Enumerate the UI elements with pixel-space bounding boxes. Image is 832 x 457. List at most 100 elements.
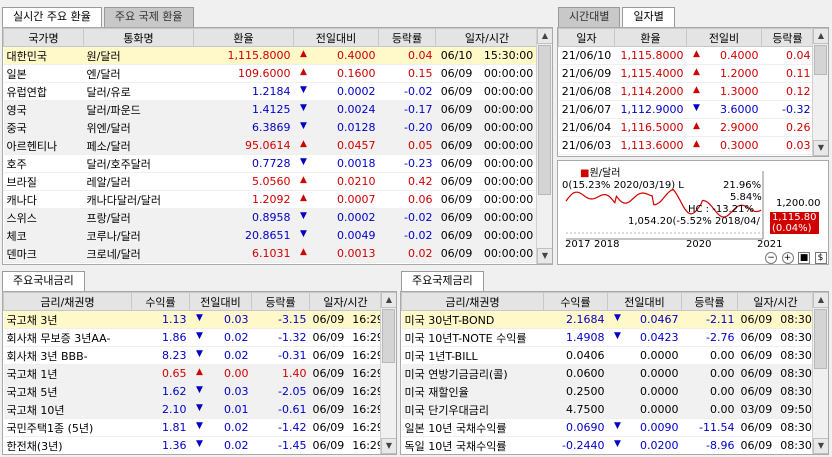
table-row[interactable]: 21/06/07 1,112.9000 ▼ 3.6000 -0.32 [558, 100, 814, 119]
table-row[interactable]: 회사채 3년 BBB- 8.23 ▼ 0.02 -0.31 06/09 16:29 [3, 346, 382, 365]
bond-name-cell: 회사채 3년 BBB- [3, 346, 132, 365]
col-country[interactable]: 국가명 [3, 28, 84, 47]
table-row[interactable]: 국고채 1년 0.65 ▲ 0.00 1.40 06/09 16:29 [3, 364, 382, 383]
col-hist-change[interactable]: 전일비 [686, 28, 762, 47]
table-row[interactable]: 유럽연합 달러/유로 1.2184 ▼ 0.0002 -0.02 06/09 00:00:0… [3, 82, 539, 101]
datetime-cell: 06/09 16:29 [309, 328, 382, 347]
col-change[interactable]: 전일대비 [293, 28, 379, 47]
table-row[interactable]: 21/06/04 1,116.5000 ▲ 2.9000 0.26 [558, 118, 814, 137]
table-row[interactable]: 국고채 3년 1.13 ▼ 0.03 -3.15 06/09 16:29 [3, 310, 382, 329]
table-row[interactable]: 일본 10년 국채수익률 0.0690 ▼ 0.0090 -11.54 06/09 08:3… [401, 418, 814, 437]
rate-cell: 1.4125 [193, 100, 294, 119]
col-pct[interactable]: 등락률 [681, 292, 738, 311]
scroll-up-icon[interactable]: ▲ [537, 28, 552, 44]
intl-scrollbar[interactable]: ▲ ▼ [812, 292, 828, 454]
col-hist-rate[interactable]: 환율 [614, 28, 687, 47]
col-yield[interactable]: 수익률 [131, 292, 190, 311]
scroll-down-icon[interactable]: ▼ [813, 140, 828, 156]
col-pct[interactable]: 등락률 [251, 292, 310, 311]
scroll-thumb[interactable] [538, 45, 551, 195]
country-cell: 일본 [3, 64, 84, 83]
bond-name-cell: 일본 10년 국채수익률 [401, 418, 544, 437]
scroll-thumb[interactable] [382, 309, 395, 363]
table-row[interactable]: 체코 코루나/달러 20.8651 ▼ 0.0049 -0.02 06/09 00:00:0… [3, 226, 539, 245]
tab-domestic-rates[interactable]: 주요국내금리 [2, 271, 85, 291]
col-datetime[interactable]: 일자/시간 [435, 28, 539, 47]
col-bond-name[interactable]: 금리/채권명 [401, 292, 544, 311]
table-row[interactable]: 미국 연방기금금리(콜) 0.0600 0.0000 0.00 06/09 08:30 [401, 364, 814, 383]
col-change[interactable]: 전일대비 [607, 292, 682, 311]
table-row[interactable]: 독일 10년 국채수익률 -0.2440 ▼ 0.0200 -8.96 06/09 08:3… [401, 436, 814, 454]
change-cell: ▼ 0.0002 [293, 208, 379, 227]
tab-by-time[interactable]: 시간대별 [558, 7, 621, 27]
table-row[interactable]: 영국 달러/파운드 1.4125 ▼ 0.0024 -0.17 06/09 00:00:00 [3, 100, 539, 119]
scroll-up-icon[interactable]: ▲ [813, 28, 828, 44]
tab-realtime-fx[interactable]: 실시간 주요 환율 [2, 7, 102, 27]
scroll-up-icon[interactable]: ▲ [813, 292, 828, 308]
table-row[interactable]: 21/06/10 1,115.8000 ▲ 0.4000 0.04 [558, 46, 814, 65]
table-row[interactable]: 일본 엔/달러 109.6000 ▲ 0.1600 0.15 06/09 00:00:00 [3, 64, 539, 83]
currency-icon[interactable]: $ [814, 252, 827, 264]
col-change[interactable]: 전일대비 [189, 292, 252, 311]
col-datetime[interactable]: 일자/시간 [737, 292, 814, 311]
table-row[interactable]: 21/06/09 1,115.4000 ▲ 1.2000 0.11 [558, 64, 814, 83]
table-row[interactable]: 21/06/03 1,113.6000 ▲ 0.3000 0.03 [558, 136, 814, 155]
change-value: 0.4000 [337, 49, 376, 62]
tab-intl-rates[interactable]: 주요국제금리 [401, 271, 484, 291]
tab-by-date[interactable]: 일자별 [622, 7, 675, 27]
table-row[interactable]: 미국 10년T-NOTE 수익률 1.4908 ▼ 0.0423 -2.76 06/09 0… [401, 328, 814, 347]
table-row[interactable]: 호주 달러/호주달러 0.7728 ▼ 0.0018 -0.23 06/09 00:00:0… [3, 154, 539, 173]
change-cell: 0.0000 [607, 400, 682, 419]
chart-axis-label: 1,200.00 [776, 198, 821, 209]
tab-intl-fx[interactable]: 주요 국제 환율 [103, 7, 194, 27]
scroll-down-icon[interactable]: ▼ [813, 438, 828, 454]
scroll-down-icon[interactable]: ▼ [537, 248, 552, 264]
country-cell: 유럽연합 [3, 82, 84, 101]
col-hist-date[interactable]: 일자 [558, 28, 615, 47]
table-row[interactable]: 국민주택1종 (5년) 1.81 ▼ 0.02 -1.42 06/09 16:29 [3, 418, 382, 437]
table-row[interactable]: 국고채 5년 1.62 ▼ 0.03 -2.05 06/09 16:29 [3, 382, 382, 401]
table-row[interactable]: 21/06/08 1,114.2000 ▲ 1.3000 0.12 [558, 82, 814, 101]
table-row[interactable]: 미국 30년T-BOND 2.1684 ▼ 0.0467 -2.11 06/09 08:30 [401, 310, 814, 329]
table-row[interactable]: 덴마크 크로네/달러 6.1031 ▲ 0.0013 0.02 06/09 00:00:00 [3, 244, 539, 263]
col-pct[interactable]: 등락률 [378, 28, 436, 47]
col-rate[interactable]: 환율 [193, 28, 294, 47]
domestic-scrollbar[interactable]: ▲ ▼ [380, 292, 396, 454]
table-row[interactable]: 캐나다 캐나다달러/달러 1.2092 ▲ 0.0007 0.06 06/09 00:00:… [3, 190, 539, 209]
currency-cell: 엔/달러 [83, 64, 194, 83]
time-value: 00:00:00 [483, 157, 534, 170]
scroll-thumb[interactable] [814, 45, 827, 75]
table-row[interactable]: 미국 1년T-BILL 0.0406 0.0000 0.00 06/09 08:30 [401, 346, 814, 365]
table-row[interactable]: 국고채 10년 2.10 ▼ 0.01 -0.61 06/09 16:29 [3, 400, 382, 419]
change-value: 0.0000 [640, 385, 679, 398]
col-yield[interactable]: 수익률 [543, 292, 608, 311]
domestic-table: 금리/채권명 수익률 전일대비 등락률 일자/시간 국고채 3년 1.13 ▼ 0.0… [3, 292, 382, 454]
col-bond-name[interactable]: 금리/채권명 [3, 292, 132, 311]
col-datetime[interactable]: 일자/시간 [309, 292, 382, 311]
fx-mini-chart[interactable]: ■원/달러 0(15.23% 2020/03/19) L 21.96% 5.84… [557, 160, 829, 265]
col-hist-pct[interactable]: 등락률 [761, 28, 814, 47]
table-row[interactable]: 중국 위엔/달러 6.3869 ▼ 0.0128 -0.20 06/09 00:00:00 [3, 118, 539, 137]
currency-cell: 달러/호주달러 [83, 154, 194, 173]
col-currency[interactable]: 통화명 [83, 28, 194, 47]
fx-scrollbar[interactable]: ▲ ▼ [536, 28, 552, 264]
table-row[interactable]: 스위스 프랑/달러 0.8958 ▼ 0.0002 -0.02 06/09 00:00:00 [3, 208, 539, 227]
table-row[interactable]: 미국 단기우대금리 4.7500 0.0000 0.00 03/09 09:50 [401, 400, 814, 419]
zoom-out-icon[interactable]: − [765, 252, 777, 264]
table-row[interactable]: 한전채(3년) 1.36 ▼ 0.02 -1.45 06/09 16:29 [3, 436, 382, 454]
scroll-down-icon[interactable]: ▼ [381, 438, 396, 454]
table-row[interactable]: 미국 재할인율 0.2500 0.0000 0.00 06/09 08:30 [401, 382, 814, 401]
hist-scrollbar[interactable]: ▲ ▼ [812, 28, 828, 156]
table-row[interactable]: 회사채 무보증 3년AA- 1.86 ▼ 0.02 -1.32 06/09 16:29 [3, 328, 382, 347]
chart-settings-icon[interactable]: ■ [798, 252, 810, 264]
table-row[interactable]: 대한민국 원/달러 1,115.8000 ▲ 0.4000 0.04 06/10 15:30… [3, 46, 539, 65]
scroll-thumb[interactable] [814, 309, 827, 369]
time-value: 08:30 [780, 439, 812, 452]
change-value: 0.02 [224, 439, 249, 452]
table-row[interactable]: 아르헨티나 페소/달러 95.0614 ▲ 0.0457 0.05 06/09 00:00:… [3, 136, 539, 155]
yield-cell: -0.2440 [543, 436, 608, 454]
pct-cell: -0.17 [378, 100, 436, 119]
scroll-up-icon[interactable]: ▲ [381, 292, 396, 308]
zoom-in-icon[interactable]: + [781, 252, 794, 264]
table-row[interactable]: 브라질 레알/달러 5.0560 ▲ 0.0210 0.42 06/09 00:00:00 [3, 172, 539, 191]
